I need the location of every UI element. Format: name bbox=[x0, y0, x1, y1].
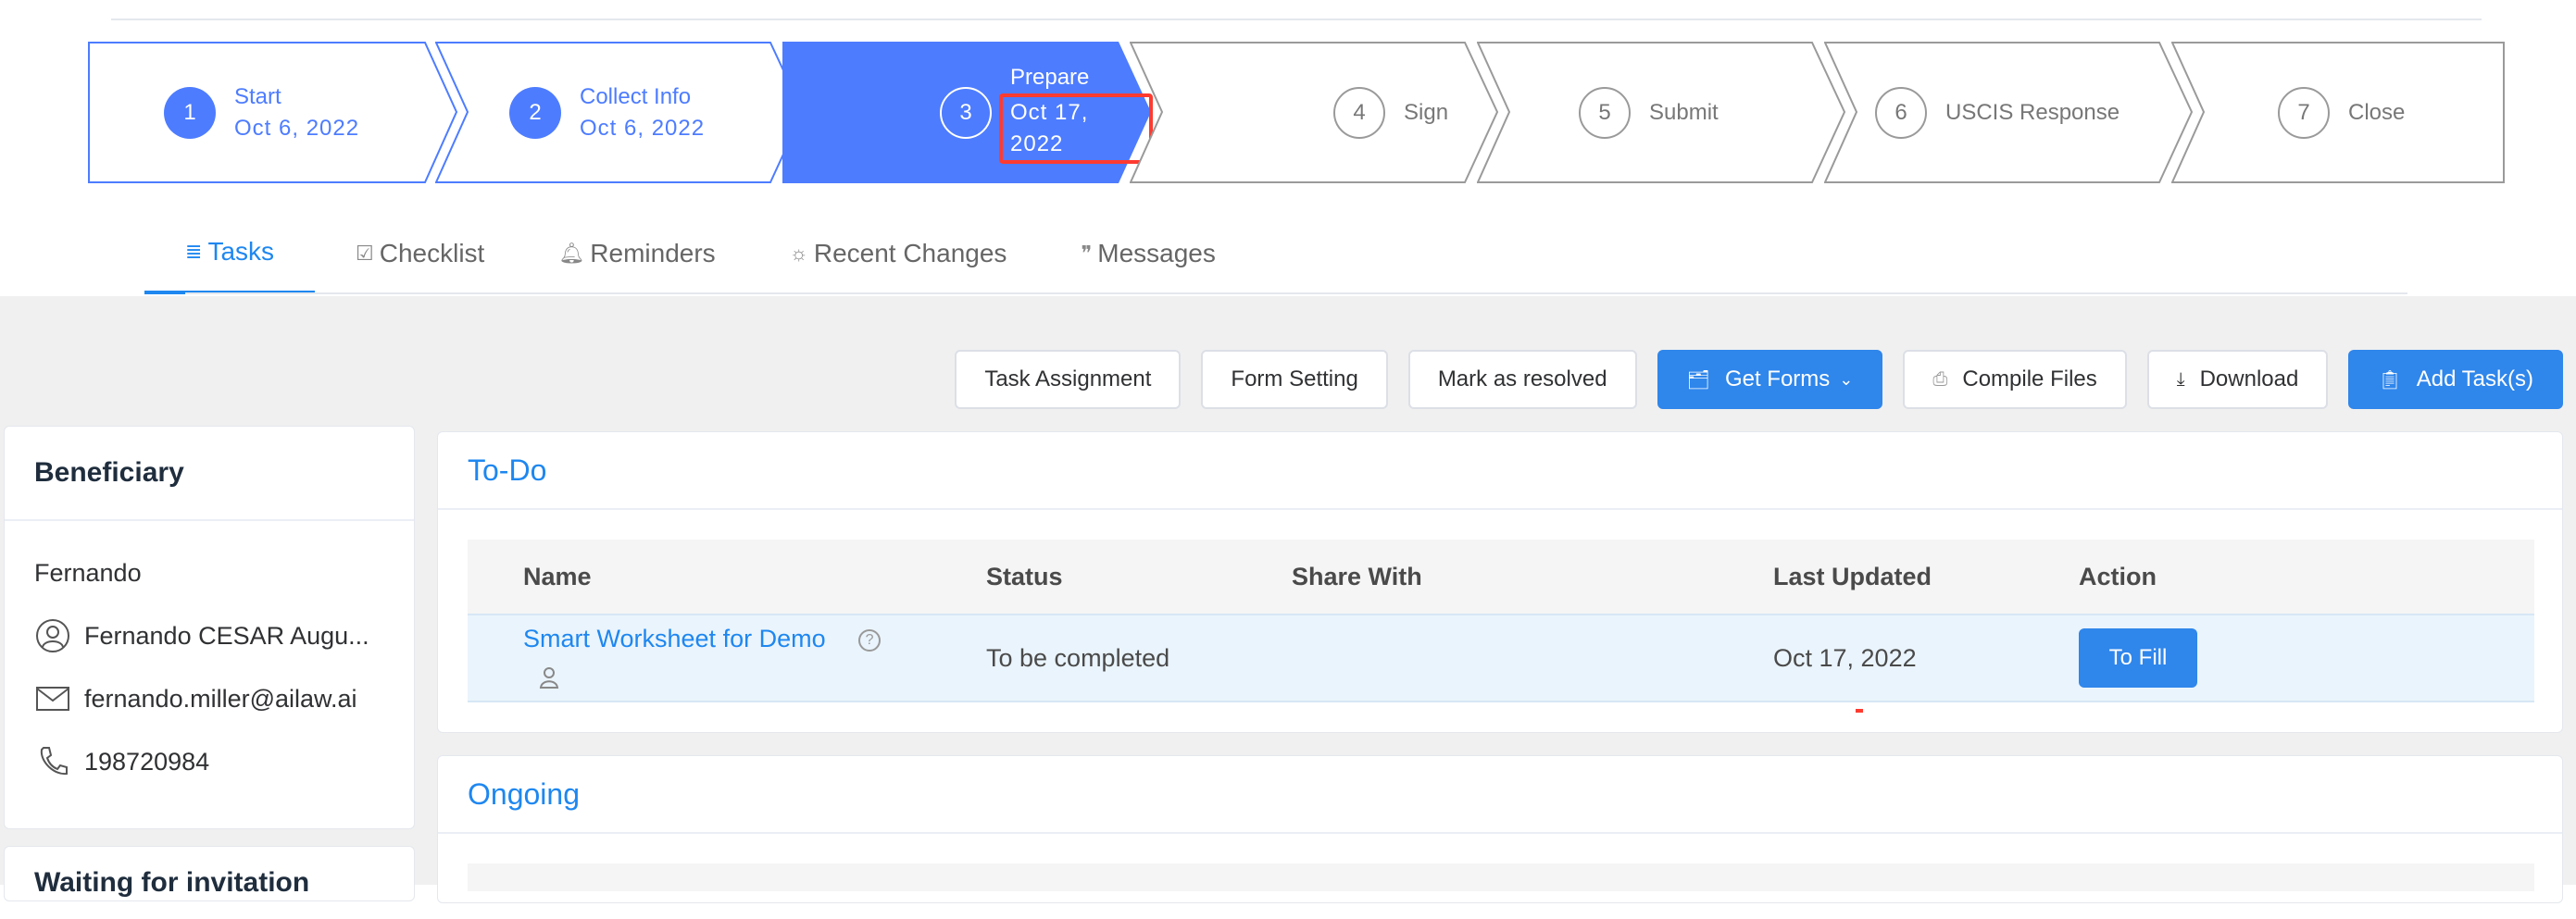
user-icon bbox=[34, 617, 71, 654]
mark-resolved-button[interactable]: Mark as resolved bbox=[1407, 350, 1637, 409]
step-title: Start bbox=[234, 83, 281, 109]
step-number: 2 bbox=[509, 86, 561, 139]
beneficiary-title: Beneficiary bbox=[5, 427, 414, 521]
tab-label: Tasks bbox=[207, 237, 275, 266]
phone-text: 198720984 bbox=[84, 747, 210, 776]
step-title: Collect Info bbox=[580, 83, 692, 109]
table-header: Name Status Share With Last Updated Acti… bbox=[468, 540, 2534, 614]
table-row: Smart Worksheet for Demo ? To be complet… bbox=[468, 614, 2534, 702]
download-button[interactable]: ⤓ Download bbox=[2146, 350, 2329, 409]
step-title: Submit bbox=[1649, 99, 1719, 125]
form-setting-button[interactable]: Form Setting bbox=[1201, 350, 1388, 409]
button-label: Download bbox=[2199, 366, 2299, 391]
task-name-link[interactable]: Smart Worksheet for Demo bbox=[523, 625, 826, 652]
ongoing-card: Ongoing bbox=[437, 755, 2563, 903]
step-uscis-response[interactable]: 6 USCIS Response bbox=[1824, 42, 2195, 183]
beneficiary-first-name: Fernando bbox=[5, 541, 414, 604]
column-header-updated: Last Updated bbox=[1773, 562, 1932, 590]
task-name-cell: Smart Worksheet for Demo ? bbox=[523, 625, 882, 653]
column-header-action: Action bbox=[2079, 562, 2157, 590]
step-number: 4 bbox=[1333, 86, 1385, 139]
phone-icon bbox=[34, 743, 71, 780]
download-icon: ⤓ bbox=[2176, 368, 2185, 390]
tab-label: Checklist bbox=[379, 239, 485, 267]
quote-icon: ❞ bbox=[1081, 242, 1093, 265]
tab-checklist[interactable]: ☑ Checklist bbox=[356, 213, 484, 294]
step-number: 7 bbox=[2278, 86, 2330, 139]
case-tabs: ≣ Tasks ☑ Checklist 🔔︎ Reminders ☼ Recen… bbox=[144, 213, 1290, 294]
mail-icon bbox=[34, 680, 71, 717]
step-number: 1 bbox=[164, 86, 216, 139]
printer-icon: ⎙ bbox=[1932, 368, 1948, 390]
button-label: Form Setting bbox=[1231, 366, 1358, 391]
column-header-status: Status bbox=[986, 562, 1063, 590]
question-icon[interactable]: ? bbox=[858, 628, 882, 652]
button-label: Get Forms bbox=[1724, 366, 1831, 391]
column-header-name: Name bbox=[523, 562, 592, 590]
step-close[interactable]: 7 Close bbox=[2171, 42, 2505, 183]
inbox-icon: 🗂︎ bbox=[1686, 369, 1710, 391]
step-collect-info[interactable]: 2 Collect Info Oct 6, 2022 bbox=[435, 42, 806, 183]
bulb-icon: ☼ bbox=[789, 242, 808, 265]
beneficiary-email: fernando.miller@ailaw.ai bbox=[5, 667, 414, 730]
red-marker bbox=[1856, 709, 1863, 713]
task-toolbar: Task Assignment Form Setting Mark as res… bbox=[955, 350, 2563, 409]
add-tasks-button[interactable]: 📋︎ Add Task(s) bbox=[2348, 350, 2563, 409]
tab-label: Reminders bbox=[590, 239, 716, 267]
tab-tasks[interactable]: ≣ Tasks bbox=[144, 213, 316, 294]
top-divider bbox=[111, 19, 2482, 20]
beneficiary-phone: 198720984 bbox=[5, 730, 414, 793]
tab-label: Recent Changes bbox=[813, 239, 1007, 267]
step-title: USCIS Response bbox=[1945, 99, 2120, 125]
list-icon: ≣ bbox=[185, 240, 203, 263]
step-start[interactable]: 1 Start Oct 6, 2022 bbox=[88, 42, 458, 183]
step-submit[interactable]: 5 Submit bbox=[1477, 42, 1847, 183]
button-label: Task Assignment bbox=[984, 366, 1152, 391]
case-stepper: 1 Start Oct 6, 2022 2 Collect Info Oct 6… bbox=[88, 42, 2505, 183]
todo-title: To-Do bbox=[438, 432, 2562, 510]
tab-recent-changes[interactable]: ☼ Recent Changes bbox=[790, 213, 1007, 294]
full-name-text: Fernando CESAR Augu... bbox=[84, 621, 369, 650]
get-forms-button[interactable]: 🗂︎ Get Forms ⌄ bbox=[1657, 350, 1883, 409]
task-status: To be completed bbox=[986, 643, 1170, 672]
step-number: 3 bbox=[940, 86, 992, 139]
compile-files-button[interactable]: ⎙ Compile Files bbox=[1903, 350, 2127, 409]
waiting-title: Waiting for invitation bbox=[34, 867, 310, 898]
to-fill-button[interactable]: To Fill bbox=[2079, 628, 2197, 688]
step-date: Oct 6, 2022 bbox=[234, 115, 360, 141]
step-number: 6 bbox=[1875, 86, 1927, 139]
beneficiary-full-name: Fernando CESAR Augu... bbox=[5, 604, 414, 667]
todo-card: To-Do Name Status Share With Last Update… bbox=[437, 431, 2563, 733]
button-label: Compile Files bbox=[1962, 366, 2097, 391]
tabs-divider bbox=[185, 292, 2407, 294]
email-text: fernando.miller@ailaw.ai bbox=[84, 684, 357, 713]
button-label: Add Task(s) bbox=[2416, 366, 2533, 391]
bell-icon: 🔔︎ bbox=[558, 242, 585, 265]
todo-table: Name Status Share With Last Updated Acti… bbox=[468, 540, 2534, 702]
step-sign[interactable]: 4 Sign bbox=[1130, 42, 1500, 183]
step-title: Close bbox=[2348, 99, 2406, 125]
task-updated: Oct 17, 2022 bbox=[1773, 643, 1917, 672]
beneficiary-card: Beneficiary Fernando Fernando CESAR Augu… bbox=[4, 426, 415, 829]
chevron-down-icon: ⌄ bbox=[1839, 369, 1854, 389]
tab-messages[interactable]: ❞ Messages bbox=[1081, 213, 1215, 294]
first-name-text: Fernando bbox=[34, 558, 142, 587]
assignee-icon bbox=[538, 665, 560, 696]
waiting-card: Waiting for invitation bbox=[4, 846, 415, 901]
step-prepare[interactable]: 3 Prepare Oct 17, 2022 bbox=[782, 42, 1153, 183]
step-date: Oct 6, 2022 bbox=[580, 115, 706, 141]
column-header-share: Share With bbox=[1292, 562, 1422, 590]
tab-reminders[interactable]: 🔔︎ Reminders bbox=[558, 213, 715, 294]
step-number: 5 bbox=[1579, 86, 1631, 139]
task-assignment-button[interactable]: Task Assignment bbox=[955, 350, 1182, 409]
clipboard-icon: 📋︎ bbox=[2378, 369, 2402, 391]
button-label: Mark as resolved bbox=[1437, 366, 1607, 391]
tab-label: Messages bbox=[1097, 239, 1216, 267]
checkbox-icon: ☑ bbox=[356, 242, 374, 265]
step-title: Sign bbox=[1404, 99, 1449, 125]
ongoing-table-header bbox=[468, 863, 2534, 891]
ongoing-title: Ongoing bbox=[438, 756, 2562, 834]
